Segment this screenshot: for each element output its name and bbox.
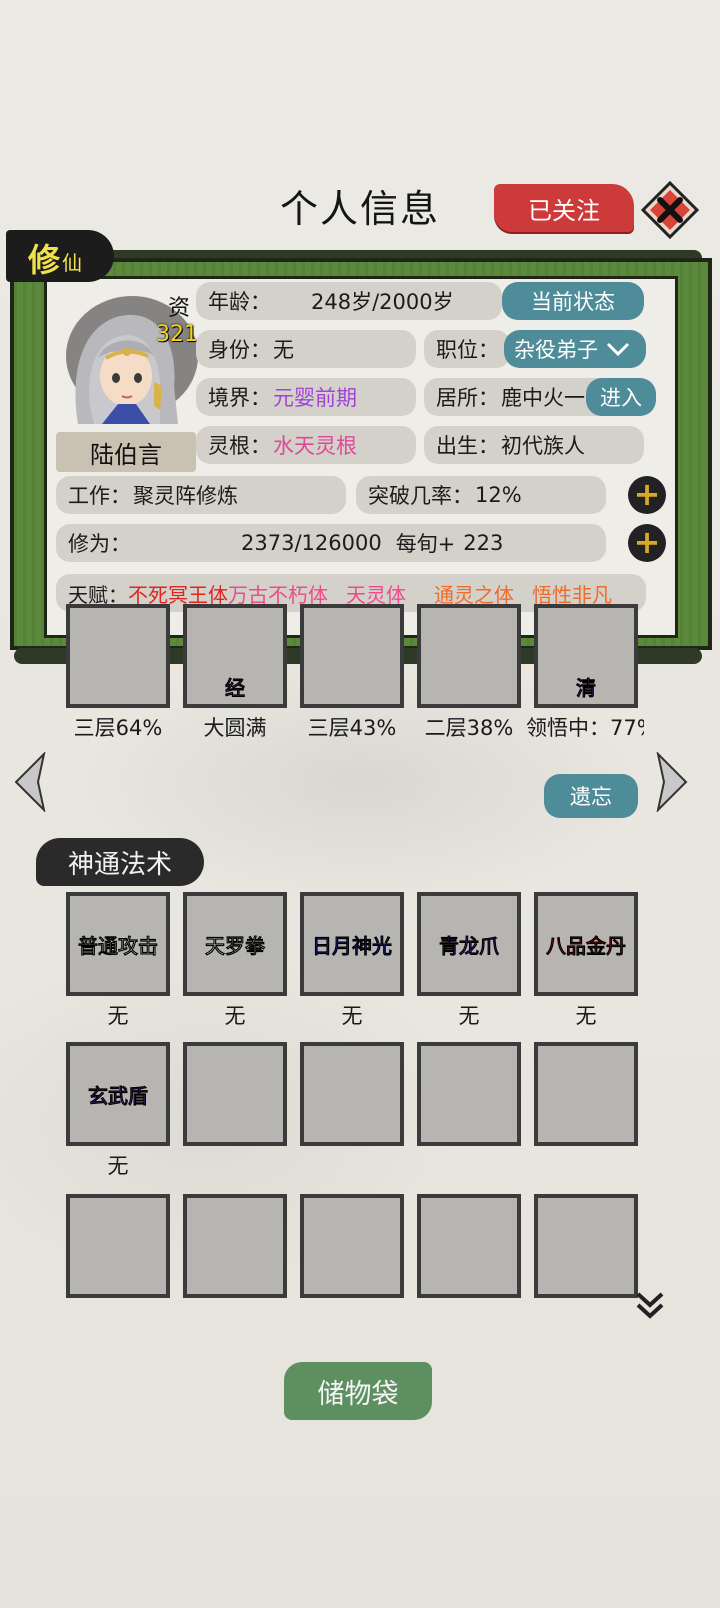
cultivation-plus-icon[interactable]: +	[628, 524, 666, 562]
skill-slot-label: 清	[576, 675, 596, 700]
work-field: 工作： 聚灵阵修炼	[56, 476, 346, 514]
spirit-root-field: 灵根： 水天灵根	[196, 426, 416, 464]
storage-bag-button[interactable]: 储物袋	[284, 1362, 432, 1420]
magic-slot[interactable]: 日月神光	[300, 892, 404, 996]
skill-slot[interactable]	[417, 604, 521, 708]
identity-field: 身份： 无	[196, 330, 416, 368]
skill-slot[interactable]: 清	[534, 604, 638, 708]
magic-slot[interactable]	[300, 1042, 404, 1146]
birth-field: 出生： 初代族人	[424, 426, 644, 464]
cultivation-tag-sub: 仙	[62, 251, 83, 275]
work-label: 工作：	[68, 484, 131, 508]
follow-button[interactable]: 已关注	[494, 184, 634, 232]
position-value: 杂役弟子	[514, 338, 598, 362]
enter-residence-button[interactable]: 进入	[586, 378, 656, 416]
work-value: 聚灵阵修炼	[133, 484, 238, 508]
double-chevron-down-icon[interactable]	[632, 1288, 668, 1324]
cultivation-value: 2373/126000	[241, 531, 382, 555]
spirit-root-value: 水天灵根	[273, 434, 357, 458]
magic-slot[interactable]: 天罗拳	[183, 892, 287, 996]
breakthrough-plus-icon[interactable]: +	[628, 476, 666, 514]
spirit-root-label: 灵根：	[208, 434, 271, 458]
position-label: 职位：	[436, 338, 499, 362]
talent-item: 天灵体	[346, 582, 406, 607]
aptitude-value: 321	[156, 322, 198, 347]
magic-slot[interactable]	[183, 1042, 287, 1146]
magic-slot[interactable]: 普通攻击	[66, 892, 170, 996]
cultivation-tag: 修 仙	[6, 230, 114, 282]
breakthrough-value: 12%	[475, 483, 522, 507]
breakthrough-label: 突破几率：	[368, 484, 473, 508]
skill-slot[interactable]	[66, 604, 170, 708]
magic-slot[interactable]	[417, 1042, 521, 1146]
identity-label: 身份：	[208, 338, 271, 362]
chevron-right-icon[interactable]	[654, 750, 690, 814]
magic-slot[interactable]	[66, 1194, 170, 1298]
magic-slot-label: 玄武盾	[88, 1083, 148, 1108]
chevron-left-icon[interactable]	[12, 750, 48, 814]
skill-level-caption: 大圆满	[203, 716, 267, 740]
magic-slot[interactable]	[417, 1194, 521, 1298]
magic-slot-label: 日月神光	[312, 933, 392, 958]
magic-slot[interactable]: 玄武盾	[66, 1042, 170, 1146]
position-field: 职位：	[424, 330, 510, 368]
position-select[interactable]: 杂役弟子	[504, 330, 646, 368]
residence-label: 居所：	[436, 386, 499, 410]
per-turn-label: 每旬+	[395, 532, 456, 556]
magic-slot-caption: 无	[107, 1154, 129, 1178]
realm-value: 元婴前期	[273, 386, 357, 410]
realm-field: 境界： 元婴前期	[196, 378, 416, 416]
magic-slot-label: 天罗拳	[205, 933, 265, 958]
talent-item: 通灵之体	[434, 582, 514, 607]
magic-slot[interactable]	[534, 1194, 638, 1298]
magic-slot[interactable]	[534, 1042, 638, 1146]
skill-level-caption: 二层38%	[424, 716, 514, 740]
aptitude-label: 资	[167, 296, 190, 321]
magic-slot-label: 普通攻击	[78, 933, 158, 958]
chevron-down-icon	[606, 341, 630, 357]
close-x-icon[interactable]	[640, 180, 700, 240]
realm-label: 境界：	[208, 386, 271, 410]
cultivation-tag-main: 修	[28, 241, 61, 279]
magic-slot-caption: 无	[575, 1004, 597, 1028]
forget-button[interactable]: 遗忘	[544, 774, 638, 818]
magic-slot-label: 八品金丹	[546, 933, 626, 958]
talent-item: 万古不朽体	[228, 582, 328, 607]
talent-item: 悟性非凡	[532, 582, 612, 607]
magic-slot-caption: 无	[458, 1004, 480, 1028]
current-status-button[interactable]: 当前状态	[502, 282, 644, 320]
magic-slot-caption: 无	[224, 1004, 246, 1028]
birth-value: 初代族人	[501, 434, 585, 458]
skill-slot[interactable]	[300, 604, 404, 708]
skill-slot-label: 经	[225, 675, 245, 700]
magic-slot[interactable]: 八品金丹	[534, 892, 638, 996]
magic-slot-label: 青龙爪	[439, 933, 499, 958]
skill-slot[interactable]: 经	[183, 604, 287, 708]
magic-section-title: 神通法术	[36, 838, 204, 886]
age-field: 年龄： 248岁/2000岁	[196, 282, 502, 320]
cultivation-label: 修为：	[68, 532, 131, 556]
magic-slot[interactable]	[300, 1194, 404, 1298]
cultivation-field: 修为： 2373/126000 每旬+ 223	[56, 524, 606, 562]
per-turn-value: 223	[463, 531, 504, 555]
skill-level-caption: 领悟中：77%	[526, 716, 644, 740]
breakthrough-field: 突破几率： 12%	[356, 476, 606, 514]
magic-slot[interactable]: 青龙爪	[417, 892, 521, 996]
birth-label: 出生：	[436, 434, 499, 458]
identity-value: 无	[273, 338, 294, 362]
age-value: 248岁/2000岁	[311, 290, 454, 314]
skill-level-caption: 三层43%	[307, 716, 397, 740]
talent-item: 不死冥王体	[128, 582, 228, 607]
residence-value: 鹿中火一	[501, 386, 585, 410]
age-label: 年龄：	[208, 290, 271, 314]
character-name: 陆伯言	[56, 432, 196, 472]
magic-slot-caption: 无	[341, 1004, 363, 1028]
skill-level-caption: 三层64%	[73, 716, 163, 740]
magic-slot-caption: 无	[107, 1004, 129, 1028]
magic-slot[interactable]	[183, 1194, 287, 1298]
